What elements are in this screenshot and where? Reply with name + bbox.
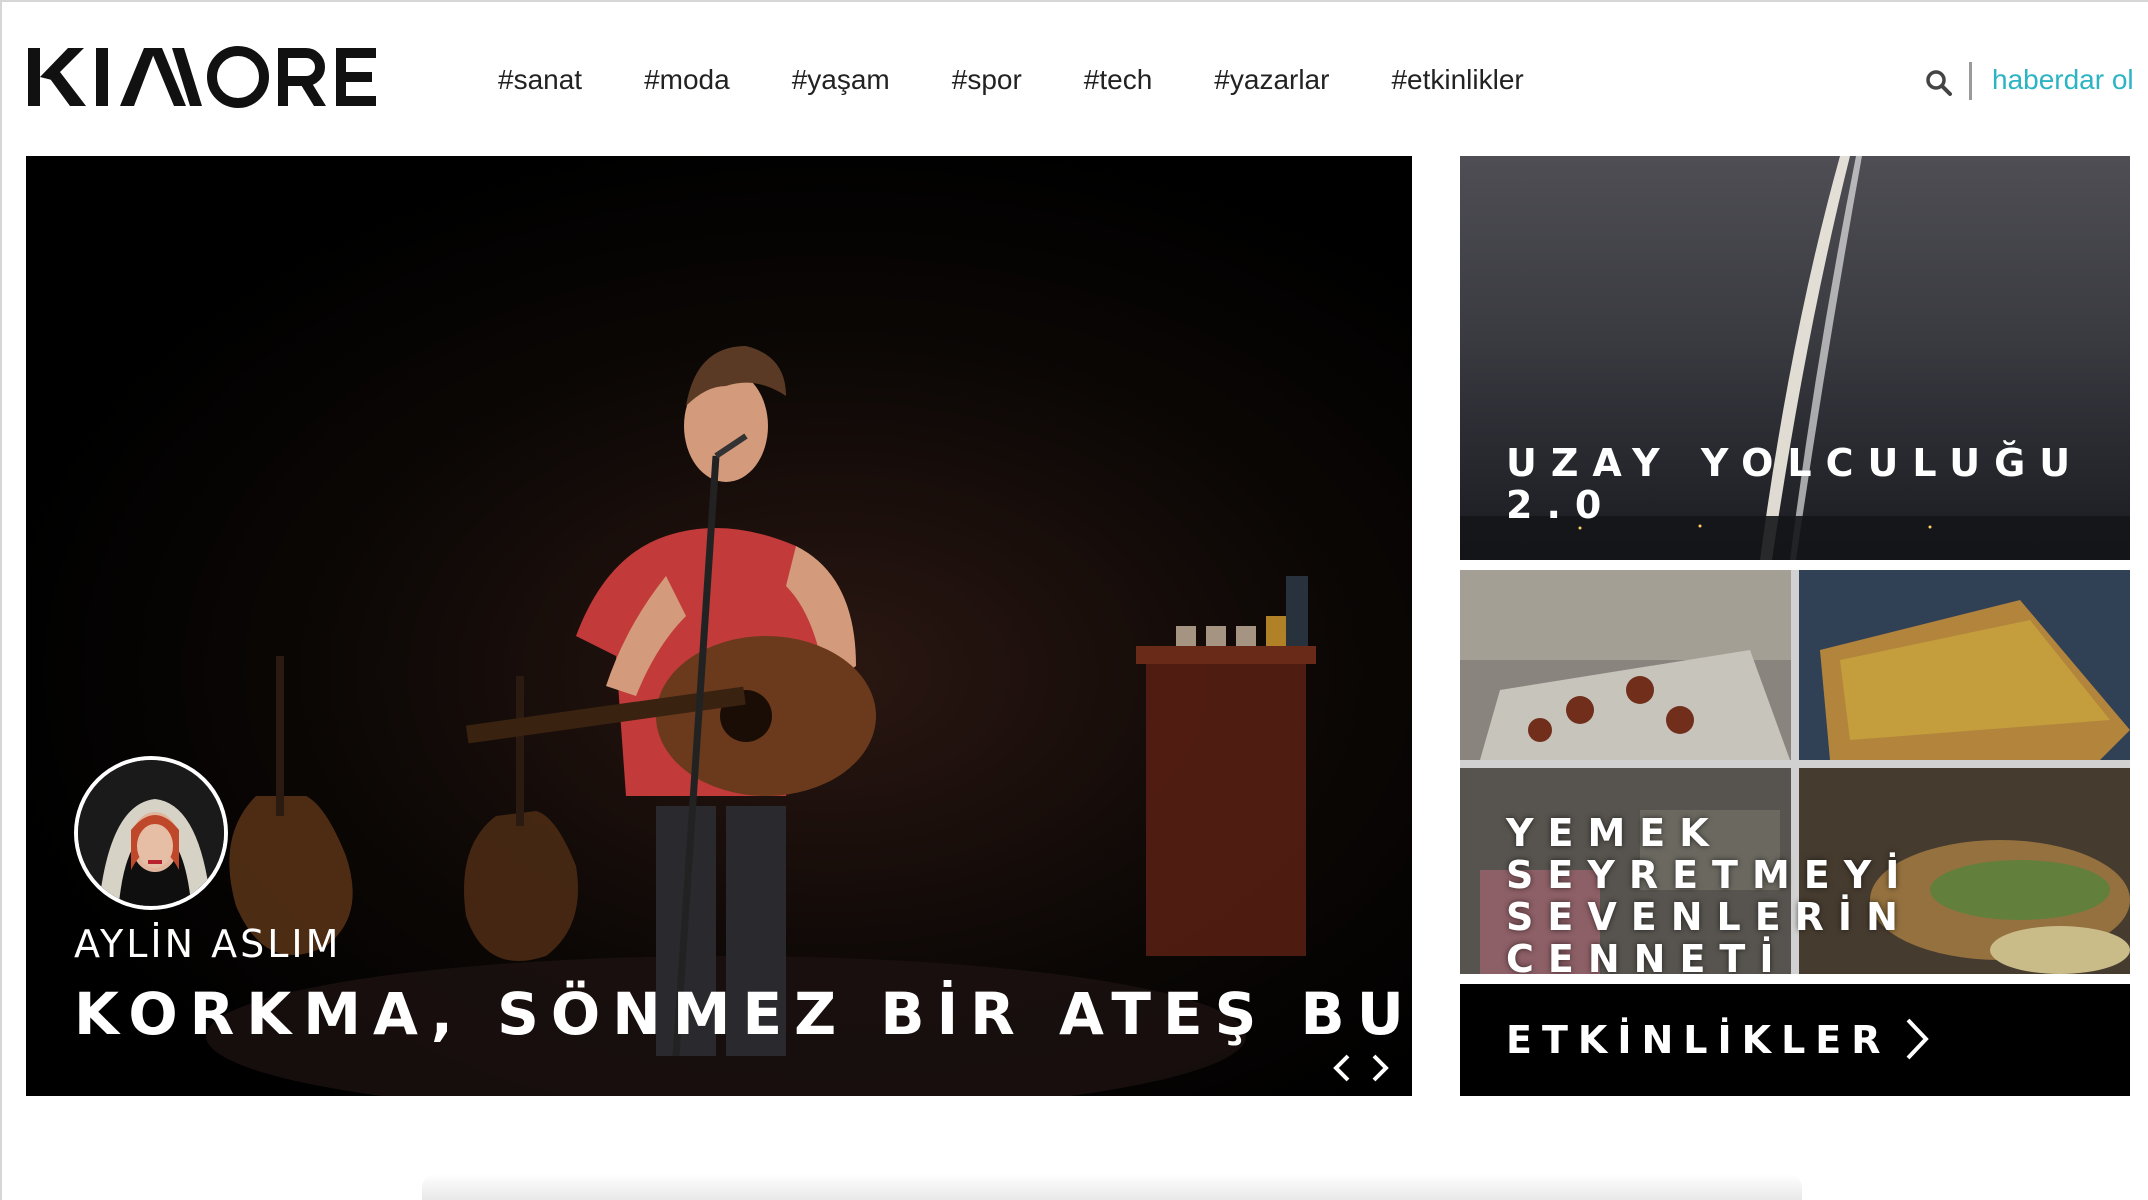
- card-space-travel[interactable]: UZAY YOLCULUĞU 2.0: [1460, 156, 2130, 560]
- events-banner[interactable]: ETKİNLİKLER: [1460, 984, 2130, 1096]
- nav-item-moda[interactable]: #moda: [644, 62, 730, 98]
- card-food[interactable]: YEMEK SEYRETMEYİ SEVENLERİN CENNETİ: [1460, 570, 2130, 974]
- nav-item-yasam[interactable]: #yaşam: [792, 62, 890, 98]
- header-divider: [1969, 62, 1972, 100]
- nav-item-tech[interactable]: #tech: [1084, 62, 1153, 98]
- card-space-title-line1: UZAY YOLCULUĞU: [1506, 441, 2085, 485]
- chevron-right-icon[interactable]: [1366, 1046, 1396, 1090]
- content-divider: [422, 1174, 1802, 1200]
- card-food-title-line1: YEMEK SEYRETMEYİ: [1506, 811, 1914, 897]
- nav-item-etkinlikler[interactable]: #etkinlikler: [1391, 62, 1523, 98]
- site-logo[interactable]: [26, 36, 386, 116]
- hero-title[interactable]: KORKMA, SÖNMEZ BİR ATEŞ BU: [74, 980, 1412, 1048]
- chevron-right-icon: [1906, 1018, 1929, 1060]
- chevron-left-icon[interactable]: [1326, 1046, 1356, 1090]
- card-space-title: UZAY YOLCULUĞU 2.0: [1506, 442, 2084, 526]
- hero-author[interactable]: AYLİN ASLIM: [74, 922, 341, 966]
- card-food-title-line2: SEVENLERİN: [1506, 895, 1912, 939]
- main-nav: #sanat #moda #yaşam #spor #tech #yazarla…: [498, 62, 1586, 98]
- events-label: ETKİNLİKLER: [1506, 1018, 1891, 1062]
- subscribe-link[interactable]: haberdar ol: [1992, 62, 2134, 98]
- hero-slide[interactable]: AYLİN ASLIM KORKMA, SÖNMEZ BİR ATEŞ BU: [26, 156, 1412, 1096]
- card-space-title-line2: 2.0: [1506, 483, 1616, 527]
- author-avatar[interactable]: [74, 756, 228, 910]
- card-food-title-line3: CENNETİ: [1506, 937, 1788, 974]
- logo-wordmark: [28, 46, 376, 108]
- page: #sanat #moda #yaşam #spor #tech #yazarla…: [0, 0, 2148, 1200]
- search-icon[interactable]: [1924, 68, 1954, 98]
- card-food-title: YEMEK SEYRETMEYİ SEVENLERİN CENNETİ: [1506, 812, 2130, 974]
- nav-item-sanat[interactable]: #sanat: [498, 62, 582, 98]
- nav-item-spor[interactable]: #spor: [952, 62, 1022, 98]
- site-header: #sanat #moda #yaşam #spor #tech #yazarla…: [2, 2, 2148, 156]
- nav-item-yazarlar[interactable]: #yazarlar: [1214, 62, 1329, 98]
